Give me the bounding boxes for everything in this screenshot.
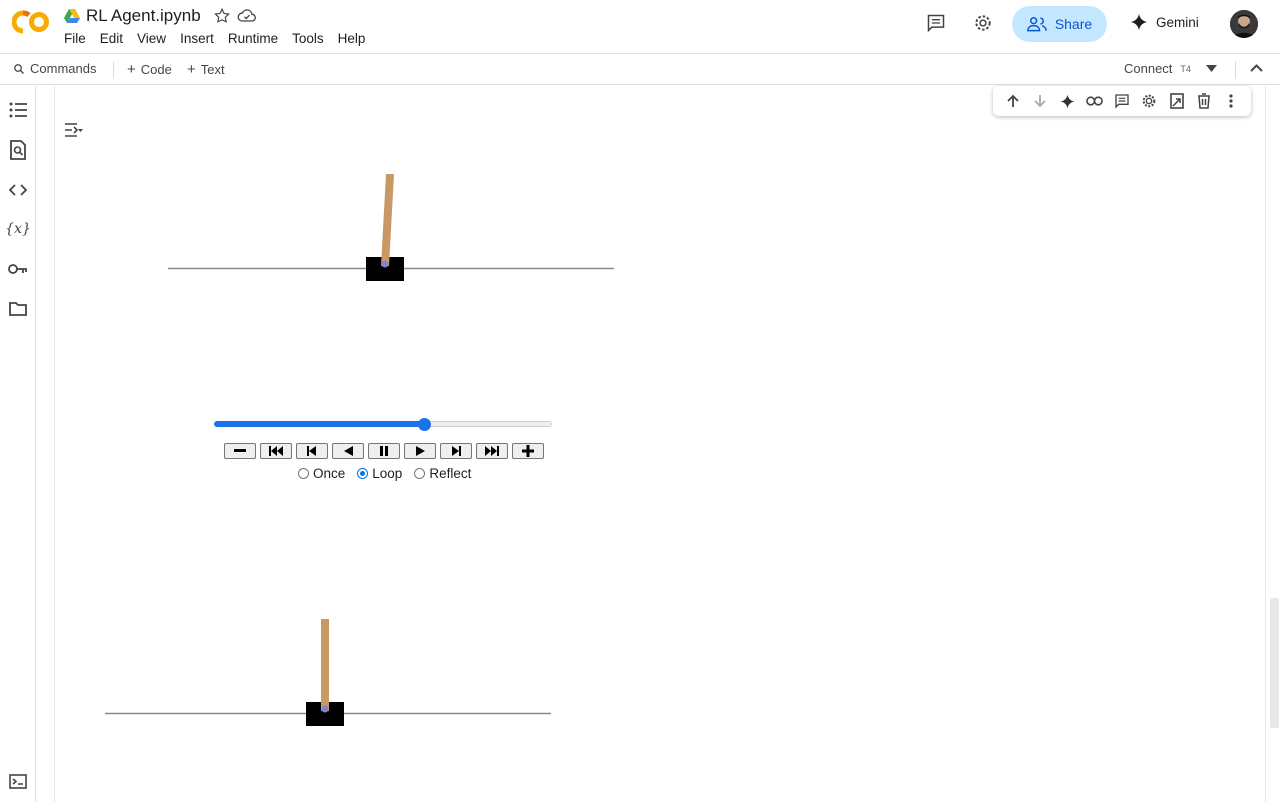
slower-minus-button[interactable] [224, 443, 256, 459]
menu-bar: File Edit View Insert Runtime Tools Help [64, 31, 379, 46]
add-code-label: Code [140, 62, 172, 77]
slider-fill [214, 421, 424, 427]
add-text-label: Text [200, 62, 225, 77]
variables-icon[interactable]: {x} [5, 219, 31, 239]
runtime-badge: T4 [1180, 63, 1191, 74]
toolbar-divider [1235, 61, 1236, 79]
menu-view[interactable]: View [137, 31, 166, 46]
colab-logo[interactable] [12, 10, 52, 34]
gemini-label: Gemini [1156, 14, 1199, 30]
mode-reflect-label: Reflect [429, 466, 472, 481]
loop-mode-radio-group: Once Loop Reflect [298, 466, 471, 481]
code-snippets-icon[interactable] [8, 180, 28, 200]
frame-slider[interactable] [214, 418, 552, 431]
menu-runtime[interactable]: Runtime [228, 31, 278, 46]
settings-icon[interactable] [1139, 91, 1159, 111]
menu-file[interactable]: File [64, 31, 86, 46]
comment-icon[interactable] [1112, 91, 1132, 111]
first-frame-button[interactable] [260, 443, 292, 459]
gemini-button[interactable]: Gemini [1130, 13, 1199, 31]
files-folder-icon[interactable] [8, 298, 28, 318]
collapse-chevron-up-icon[interactable] [1250, 63, 1263, 73]
toolbar-divider [113, 61, 114, 79]
next-frame-button[interactable] [440, 443, 472, 459]
notebook-title[interactable]: RL Agent.ipynb [86, 6, 201, 26]
gemini-spark-icon[interactable] [1057, 91, 1077, 111]
connect-label: Connect [1124, 61, 1173, 76]
pause-button[interactable] [368, 443, 400, 459]
app-header: RL Agent.ipynb File Edit View Insert Run… [0, 0, 1280, 54]
animation-controls [224, 443, 544, 459]
move-down-icon[interactable] [1030, 91, 1050, 111]
cartpole-frame-top [168, 174, 614, 281]
secrets-key-icon[interactable] [8, 259, 28, 279]
menu-edit[interactable]: Edit [100, 31, 123, 46]
mode-once-label: Once [313, 466, 346, 481]
pole [321, 619, 329, 711]
notebook-toolbar: Commands + Code + Text Connect T4 [0, 55, 1280, 85]
connect-button[interactable]: Connect T4 [1124, 61, 1191, 76]
plus-icon: + [187, 61, 196, 78]
google-drive-icon [64, 9, 80, 23]
connect-dropdown-icon[interactable] [1206, 65, 1217, 72]
find-icon[interactable] [8, 140, 28, 160]
move-up-icon[interactable] [1003, 91, 1023, 111]
axle [381, 260, 389, 268]
mode-loop-label: Loop [372, 466, 403, 481]
radio-reflect[interactable] [414, 468, 426, 479]
terminal-icon[interactable] [8, 771, 28, 791]
cartpole-frame-bottom [105, 619, 551, 726]
commands-label: Commands [30, 61, 97, 76]
menu-help[interactable]: Help [338, 31, 366, 46]
plus-icon: + [127, 61, 136, 78]
mode-reflect-option[interactable]: Reflect [414, 466, 471, 481]
menu-insert[interactable]: Insert [180, 31, 214, 46]
link-icon[interactable] [1085, 91, 1105, 111]
add-code-button[interactable]: + Code [127, 61, 172, 78]
delete-icon[interactable] [1194, 91, 1214, 111]
share-button[interactable]: Share [1012, 6, 1107, 42]
mode-once-option[interactable]: Once [298, 466, 345, 481]
prev-frame-button[interactable] [296, 443, 328, 459]
search-icon [14, 63, 24, 74]
menu-tools[interactable]: Tools [292, 31, 324, 46]
last-frame-button[interactable] [476, 443, 508, 459]
left-side-panel: {x} [0, 86, 36, 802]
add-text-button[interactable]: + Text [187, 61, 225, 78]
play-reverse-button[interactable] [332, 443, 364, 459]
pole [381, 174, 394, 266]
cloud-saved-icon[interactable] [237, 7, 257, 25]
people-icon [1026, 17, 1047, 32]
vertical-scrollbar[interactable] [1270, 598, 1279, 728]
mirror-cell-icon[interactable] [1167, 91, 1187, 111]
axle [321, 705, 329, 713]
radio-loop[interactable] [357, 468, 369, 479]
output-actions-icon[interactable] [64, 121, 84, 139]
star-icon[interactable] [213, 7, 231, 25]
faster-plus-button[interactable] [512, 443, 544, 459]
share-label: Share [1054, 16, 1093, 32]
play-button[interactable] [404, 443, 436, 459]
gemini-spark-icon [1130, 13, 1148, 31]
radio-once[interactable] [298, 468, 309, 479]
settings-gear-icon[interactable] [972, 12, 994, 34]
comments-icon[interactable] [925, 12, 947, 34]
slider-thumb[interactable] [417, 418, 431, 431]
user-avatar[interactable] [1230, 10, 1258, 38]
table-of-contents-icon[interactable] [8, 100, 28, 120]
mode-loop-option[interactable]: Loop [357, 466, 402, 481]
more-vert-icon[interactable] [1221, 91, 1241, 111]
cell-toolbar [993, 86, 1251, 116]
commands-button[interactable]: Commands [13, 61, 96, 76]
